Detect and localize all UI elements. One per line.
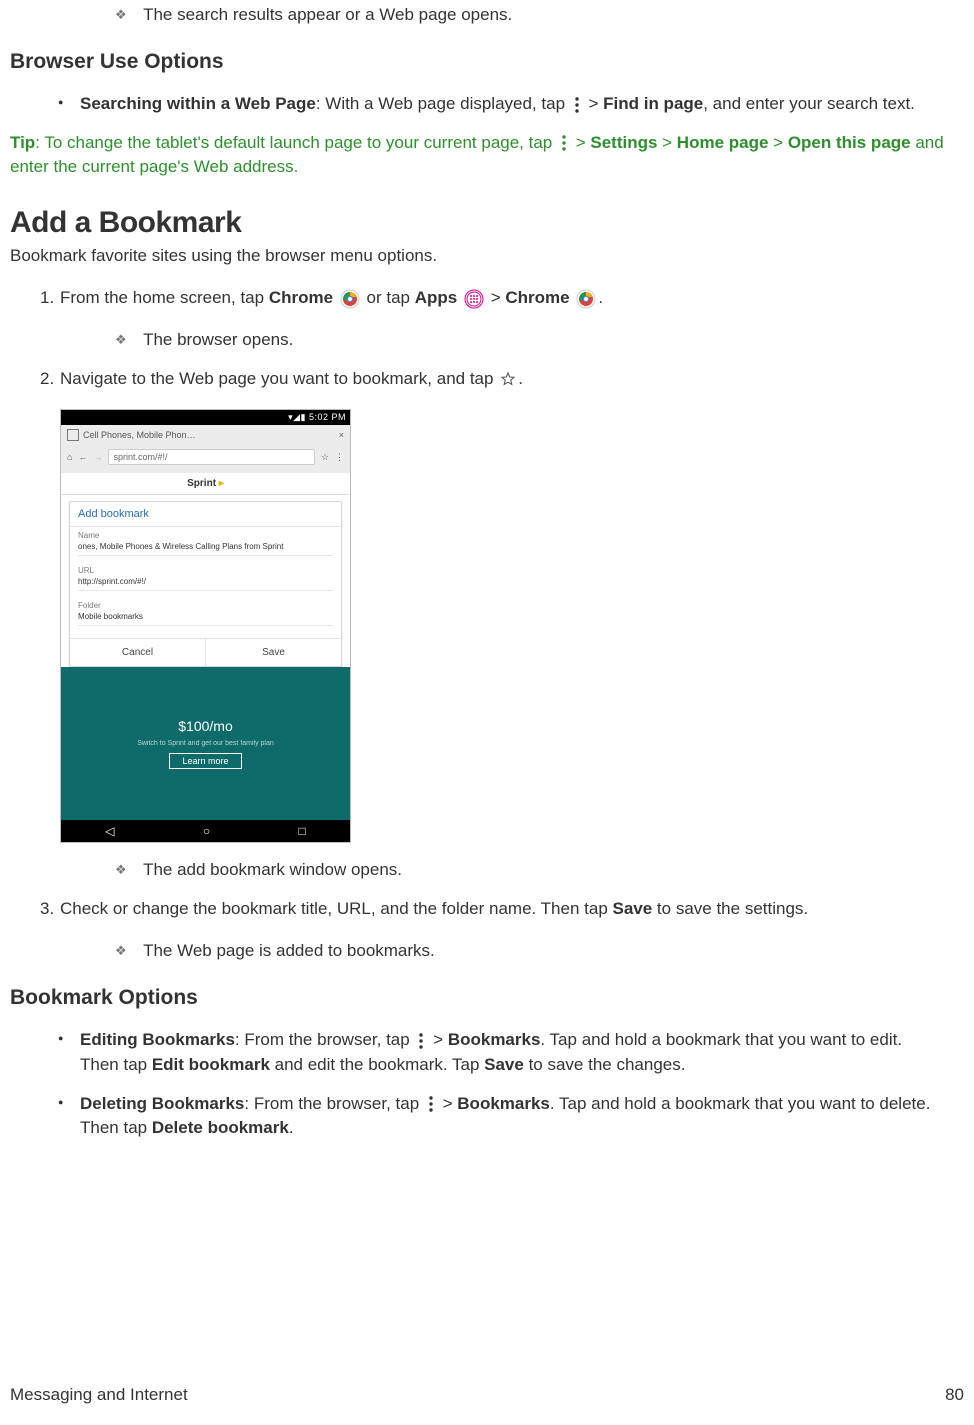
more-icon xyxy=(572,96,582,114)
footer-page-number: 80 xyxy=(945,1385,964,1405)
back-icon: ← xyxy=(78,452,87,462)
result-browser-opens: The browser opens. xyxy=(115,329,964,351)
shot-navbar: ◁ ○ □ xyxy=(61,820,350,842)
screenshot-add-bookmark: ▾◢▮ 5:02 PM Cell Phones, Mobile Phon… × … xyxy=(60,409,351,843)
star-icon: ☆ xyxy=(321,452,329,463)
star-icon xyxy=(500,371,516,387)
footer-section: Messaging and Internet xyxy=(10,1385,188,1405)
label-searching: Searching within a Web Page xyxy=(80,94,316,113)
shot-urlbox: sprint.com/#!/ xyxy=(108,449,314,465)
bullet-editing-bookmarks: Editing Bookmarks: From the browser, tap… xyxy=(80,1028,964,1077)
tab-count-icon xyxy=(67,429,79,441)
chrome-icon xyxy=(576,289,596,309)
step-1: 1. From the home screen, tap Chrome or t… xyxy=(60,286,964,311)
result-note: The search results appear or a Web page … xyxy=(115,4,964,26)
shot-dialog-title: Add bookmark xyxy=(70,502,341,527)
shot-cancel-button: Cancel xyxy=(70,639,206,666)
nav-back-icon: ◁ xyxy=(105,824,114,838)
shot-field-name: ones, Mobile Phones & Wireless Calling P… xyxy=(78,540,333,556)
page-footer: Messaging and Internet 80 xyxy=(10,1385,964,1405)
forward-icon: → xyxy=(93,452,102,462)
shot-dialog: Add bookmark Name ones, Mobile Phones & … xyxy=(69,501,342,667)
step-3: 3. Check or change the bookmark title, U… xyxy=(60,897,964,922)
more-icon xyxy=(416,1032,426,1050)
more-icon: ⋮ xyxy=(335,452,344,463)
chrome-icon xyxy=(340,289,360,309)
heading-browser-use-options: Browser Use Options xyxy=(10,50,964,74)
shot-tabrow: Cell Phones, Mobile Phon… × xyxy=(61,425,350,445)
label-deleting: Deleting Bookmarks xyxy=(80,1094,244,1113)
shot-statusbar: ▾◢▮ 5:02 PM xyxy=(61,410,350,425)
shot-urlrow: ⌂ ← → sprint.com/#!/ ☆ ⋮ xyxy=(61,445,350,473)
shot-field-url: http://sprint.com/#!/ xyxy=(78,575,333,591)
lead-add-bookmark: Bookmark favorite sites using the browse… xyxy=(10,246,964,266)
apps-icon xyxy=(464,289,484,309)
more-icon xyxy=(559,134,569,152)
heading-bookmark-options: Bookmark Options xyxy=(10,986,964,1010)
step-2: 2. Navigate to the Web page you want to … xyxy=(60,367,964,392)
shot-page-bg: $100/mo Switch to Sprint and get our bes… xyxy=(61,667,350,820)
tip-default-launch-page: Tip: To change the tablet's default laun… xyxy=(10,131,964,180)
home-icon: ⌂ xyxy=(67,452,72,462)
shot-brandbar: Sprint ▸ xyxy=(61,473,350,495)
shot-learn-more: Learn more xyxy=(169,753,241,769)
result-page-added: The Web page is added to bookmarks. xyxy=(115,940,964,962)
shot-field-folder: Mobile bookmarks xyxy=(78,610,333,626)
result-add-bookmark-window: The add bookmark window opens. xyxy=(115,859,964,881)
shot-save-button: Save xyxy=(206,639,341,666)
more-icon xyxy=(426,1095,436,1113)
bullet-searching-within-page: Searching within a Web Page: With a Web … xyxy=(80,92,964,117)
nav-recents-icon: □ xyxy=(299,824,306,838)
heading-add-a-bookmark: Add a Bookmark xyxy=(10,206,964,240)
nav-home-icon: ○ xyxy=(203,824,210,838)
label-editing: Editing Bookmarks xyxy=(80,1030,235,1049)
bullet-deleting-bookmarks: Deleting Bookmarks: From the browser, ta… xyxy=(80,1092,964,1141)
